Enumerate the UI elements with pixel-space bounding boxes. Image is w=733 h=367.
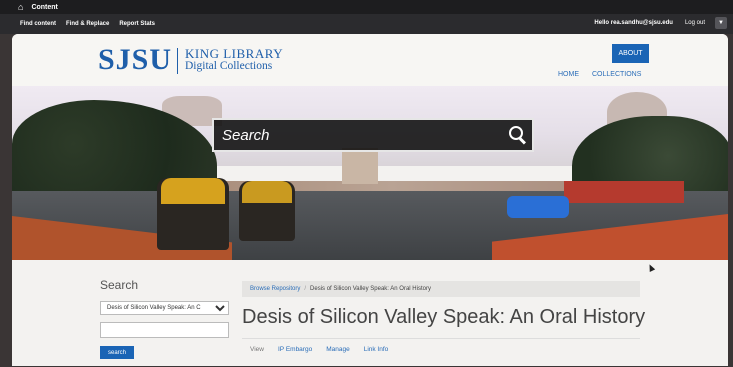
page-title: Desis of Silicon Valley Speak: An Oral H… bbox=[242, 306, 646, 328]
admin-top-bar: ⌂ Content bbox=[0, 0, 733, 14]
breadcrumb: Browse Repository / Desis of Silicon Val… bbox=[242, 281, 640, 297]
hero-gate bbox=[342, 148, 378, 184]
hero-search-input[interactable] bbox=[214, 119, 504, 151]
find-replace-link[interactable]: Find & Replace bbox=[66, 21, 109, 27]
tab-view[interactable]: View bbox=[250, 346, 264, 353]
site-header: SJSU KING LIBRARY Digital Collections AB… bbox=[12, 34, 728, 86]
hero-rickshaw-2 bbox=[239, 181, 295, 241]
admin-toolbar: Find content Find & Replace Report Stats… bbox=[0, 14, 733, 34]
king-library-logo[interactable]: KING LIBRARY Digital Collections bbox=[185, 46, 284, 72]
logo-divider bbox=[177, 48, 178, 74]
logo-line-1: KING LIBRARY bbox=[185, 46, 284, 61]
find-content-link[interactable]: Find content bbox=[20, 21, 56, 27]
hero-rickshaw-1 bbox=[157, 178, 229, 250]
chevron-down-icon[interactable]: ▼ bbox=[715, 17, 727, 29]
sjsu-logo[interactable]: SJSU bbox=[98, 43, 172, 77]
nav-collections[interactable]: COLLECTIONS bbox=[592, 71, 641, 78]
content-link[interactable]: Content bbox=[31, 4, 57, 11]
user-area: Hello rea.sandhu@sjsu.edu Log out ▼ bbox=[594, 17, 727, 29]
user-greeting: Hello rea.sandhu@sjsu.edu bbox=[594, 20, 673, 26]
search-icon-handle bbox=[518, 137, 527, 145]
mouse-cursor-icon bbox=[646, 263, 656, 272]
content-area: Search Desis of Silicon Valley Speak: An… bbox=[12, 260, 728, 366]
search-button[interactable]: search bbox=[100, 346, 134, 359]
tab-ip-embargo[interactable]: IP Embargo bbox=[278, 346, 312, 353]
tab-manage[interactable]: Manage bbox=[326, 346, 350, 353]
hero-banner bbox=[12, 86, 728, 260]
collection-select[interactable]: Desis of Silicon Valley Speak: An C bbox=[100, 301, 229, 315]
nav-home[interactable]: HOME bbox=[558, 71, 579, 78]
tab-link-info[interactable]: Link Info bbox=[364, 346, 389, 353]
search-icon[interactable] bbox=[504, 121, 532, 149]
breadcrumb-browse-repository[interactable]: Browse Repository bbox=[250, 286, 300, 292]
hero-bus bbox=[564, 181, 684, 203]
about-button[interactable]: ABOUT bbox=[612, 44, 649, 63]
sidebar-search-title: Search bbox=[100, 278, 139, 292]
breadcrumb-separator: / bbox=[304, 286, 307, 292]
hero-car bbox=[507, 196, 569, 218]
logout-link[interactable]: Log out bbox=[685, 20, 705, 26]
sidebar-search-input[interactable] bbox=[100, 322, 229, 338]
report-stats-link[interactable]: Report Stats bbox=[119, 21, 155, 27]
object-tabs: View IP Embargo Manage Link Info bbox=[242, 338, 640, 359]
breadcrumb-current: Desis of Silicon Valley Speak: An Oral H… bbox=[310, 286, 431, 292]
hero-search-box bbox=[212, 118, 534, 152]
home-icon[interactable]: ⌂ bbox=[18, 2, 23, 12]
logo-line-2: Digital Collections bbox=[185, 60, 273, 72]
site-page: SJSU KING LIBRARY Digital Collections AB… bbox=[12, 34, 728, 366]
